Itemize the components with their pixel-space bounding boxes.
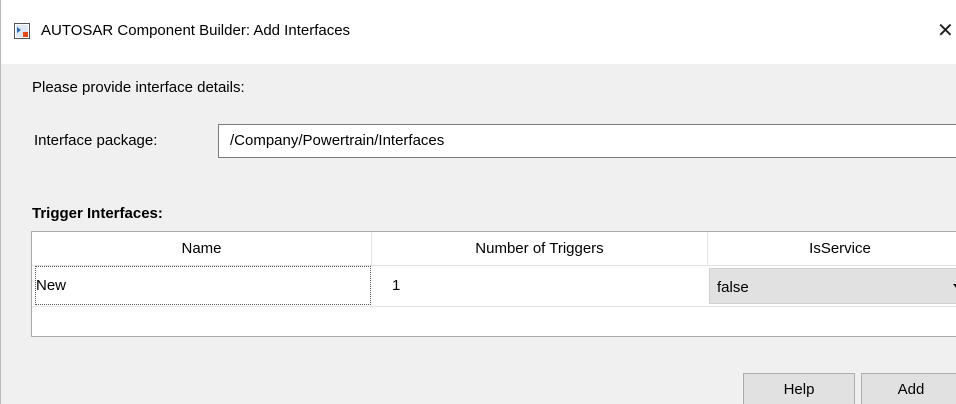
dialog-window: AUTOSAR Component Builder: Add Interface… (0, 0, 956, 404)
close-icon[interactable]: ✕ (937, 20, 956, 44)
cell-name[interactable]: New (35, 266, 371, 305)
column-header-number-of-triggers[interactable]: Number of Triggers (372, 232, 708, 265)
interface-package-input[interactable]: /Company/Powertrain/Interfaces (218, 124, 956, 158)
column-header-isservice[interactable]: IsService (708, 232, 956, 265)
interface-package-label: Interface package: (34, 132, 158, 149)
trigger-interfaces-heading: Trigger Interfaces: (32, 205, 163, 222)
table-row: New 1 false (32, 266, 956, 307)
column-header-name[interactable]: Name (32, 232, 372, 265)
window-title: AUTOSAR Component Builder: Add Interface… (41, 22, 351, 39)
help-button[interactable]: Help (743, 373, 855, 404)
isservice-value: false (717, 279, 749, 296)
add-button[interactable]: Add (861, 373, 956, 404)
matlab-app-icon (14, 23, 30, 39)
table-header: Name Number of Triggers IsService (32, 232, 956, 266)
instructions-text: Please provide interface details: (32, 79, 245, 96)
isservice-dropdown[interactable]: false (709, 268, 956, 304)
cell-number-of-triggers[interactable]: 1 (378, 266, 708, 306)
title-bar: AUTOSAR Component Builder: Add Interface… (1, 0, 956, 64)
trigger-interfaces-table: Name Number of Triggers IsService New 1 … (31, 231, 956, 337)
